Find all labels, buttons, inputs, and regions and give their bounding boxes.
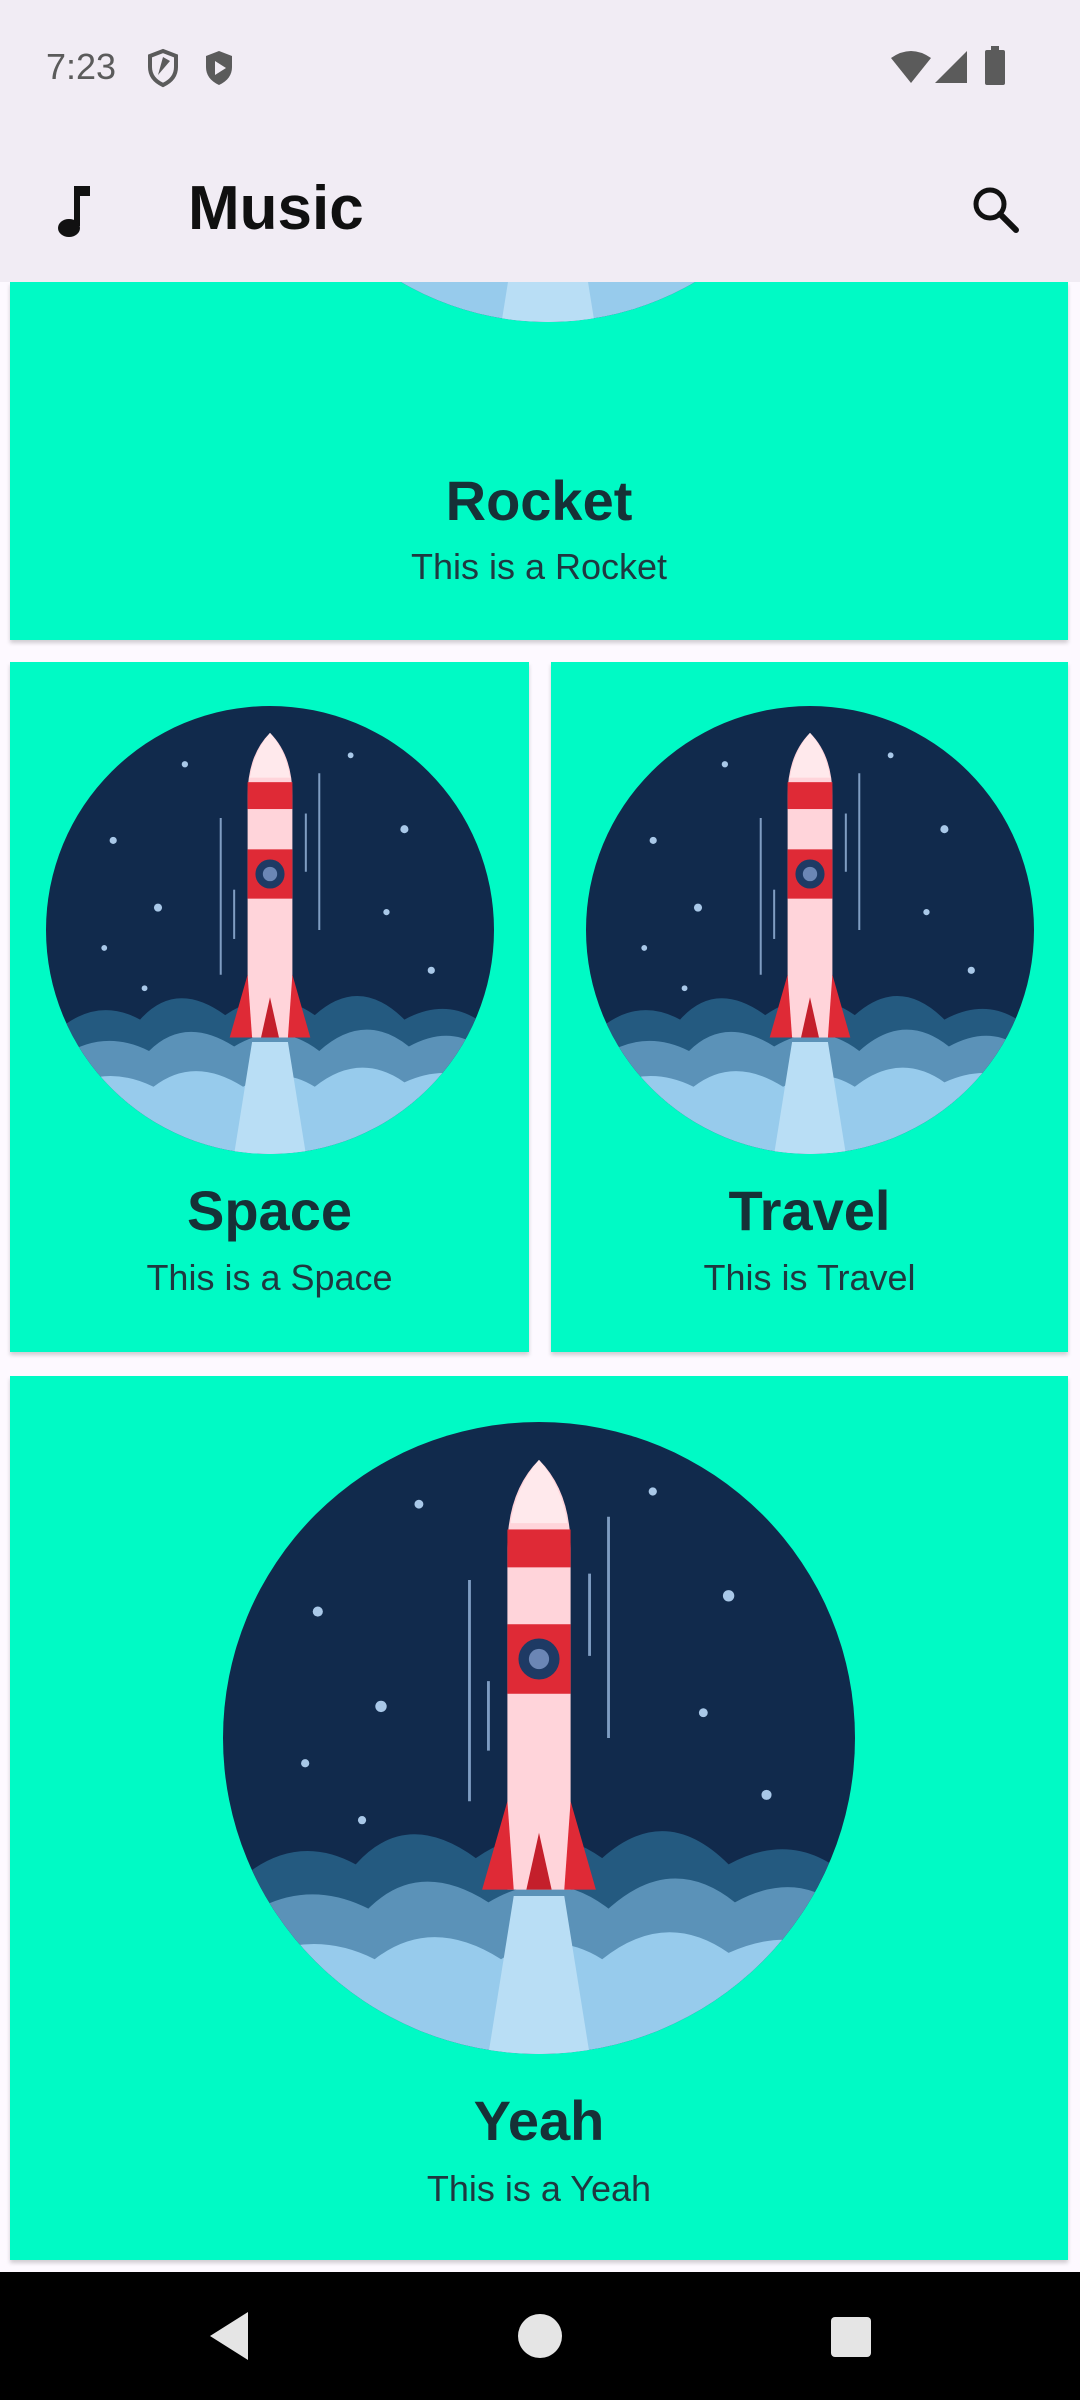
- shield-icon: [146, 48, 180, 93]
- battery-icon: [984, 46, 1006, 91]
- card-subtitle: This is a Space: [146, 1257, 393, 1298]
- card-subtitle: This is a Yeah: [426, 2168, 652, 2209]
- card-subtitle: This is Travel: [703, 1257, 916, 1298]
- rocket-illustration: [46, 706, 494, 1154]
- wifi-icon: [890, 50, 932, 89]
- music-note-icon[interactable]: [54, 184, 94, 245]
- rocket-illustration: [258, 282, 838, 322]
- top-app-bar: Music: [0, 140, 1080, 282]
- system-navigation-bar: [0, 2272, 1080, 2400]
- search-icon[interactable]: [968, 182, 1024, 243]
- card-title: Rocket: [445, 469, 633, 532]
- home-icon[interactable]: [516, 2312, 564, 2365]
- card-rocket[interactable]: Rocket This is a Rocket: [10, 282, 1068, 640]
- play-protect-icon: [202, 48, 236, 93]
- card-yeah[interactable]: Yeah This is a Yeah: [10, 1376, 1068, 2260]
- card-title: Space: [187, 1179, 352, 1242]
- status-bar: 7:23: [0, 0, 1080, 140]
- card-title: Yeah: [473, 2089, 605, 2152]
- card-space[interactable]: Space This is a Space: [10, 662, 529, 1352]
- card-list[interactable]: Rocket This is a Rocket Space This is a …: [0, 282, 1080, 2272]
- app-title: Music: [188, 174, 364, 243]
- back-icon[interactable]: [204, 2306, 252, 2371]
- card-travel[interactable]: Travel This is Travel: [551, 662, 1068, 1352]
- status-time: 7:23: [46, 46, 117, 87]
- rocket-illustration: [586, 706, 1034, 1154]
- signal-icon: [934, 50, 968, 89]
- card-subtitle: This is a Rocket: [410, 546, 668, 587]
- recents-icon[interactable]: [830, 2316, 872, 2363]
- card-title: Travel: [728, 1179, 891, 1242]
- rocket-illustration: [223, 1422, 855, 2054]
